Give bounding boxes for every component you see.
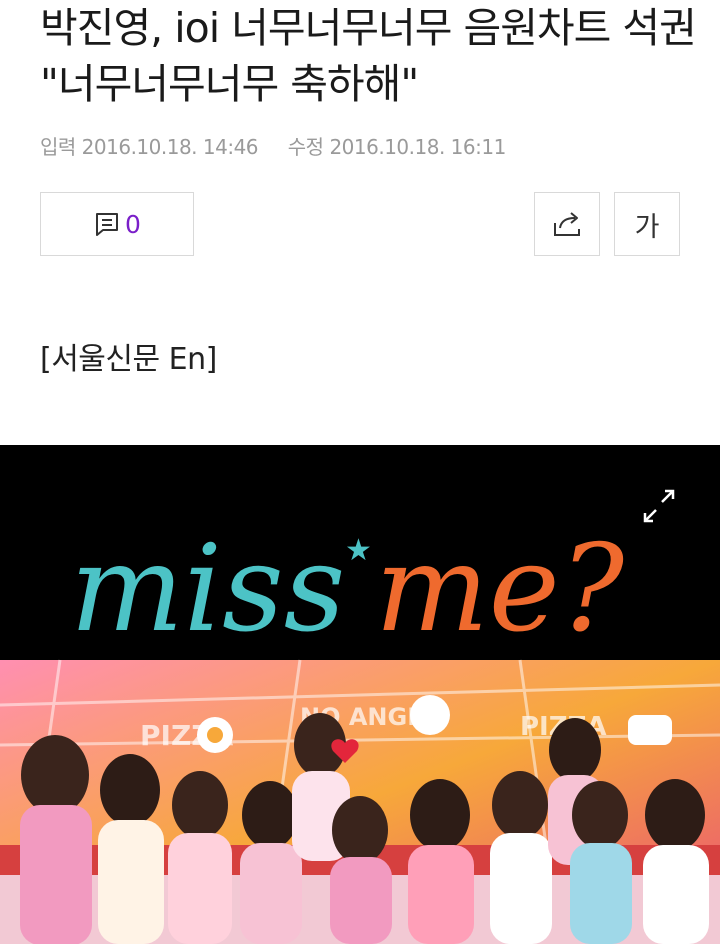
modified-label: 수정 — [287, 135, 324, 159]
article-title: 박진영, ioi 너무너무너무 음원차트 석권 "너무너무너무 축하해" — [40, 4, 697, 108]
modified-time: 2016.10.18. 16:11 — [329, 135, 506, 159]
article-source: [서울신문 En] — [40, 342, 217, 377]
svg-text:★: ★ — [345, 533, 372, 568]
article-meta: 입력 2016.10.18. 14:46 수정 2016.10.18. 16:1… — [40, 131, 506, 160]
comment-icon — [96, 213, 119, 236]
share-button[interactable] — [534, 192, 600, 256]
font-size-label: 가 — [634, 211, 660, 243]
comment-button[interactable]: 0 — [40, 192, 194, 256]
share-icon — [554, 212, 580, 236]
published-time: 2016.10.18. 14:46 — [81, 135, 259, 159]
comment-count: 0 — [125, 209, 141, 239]
font-size-button[interactable]: 가 — [614, 192, 680, 256]
logo-miss: miss — [70, 520, 345, 659]
photo-illustration: miss me? ★ PIZZA NO ANGRY PIZZA — [0, 445, 720, 944]
published-label: 입력 — [40, 135, 76, 159]
expand-icon[interactable] — [640, 488, 678, 524]
logo-me: me? — [375, 520, 625, 659]
article-photo[interactable]: miss me? ★ PIZZA NO ANGRY PIZZA — [0, 445, 720, 944]
